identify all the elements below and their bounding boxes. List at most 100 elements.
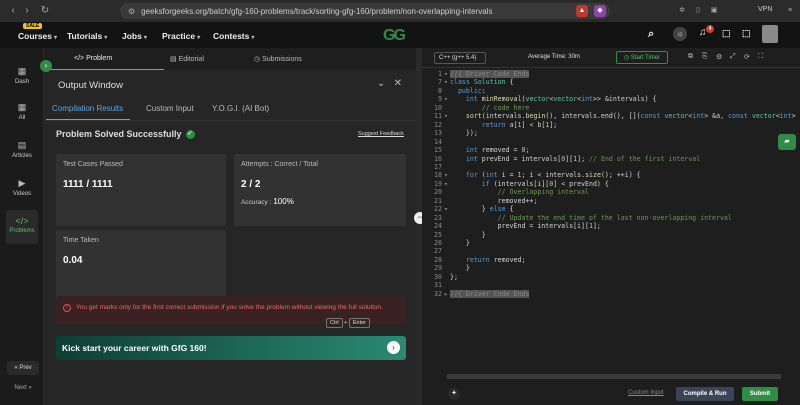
menu-tutorials[interactable]: Tutorials ▾ bbox=[67, 31, 107, 41]
language-select[interactable]: C++ (g++ 5.4) bbox=[434, 52, 486, 64]
start-timer-button[interactable]: ◷ Start Timer bbox=[616, 51, 668, 64]
tab-editorial[interactable]: ▤ Editorial bbox=[170, 55, 204, 63]
accuracy-label: Accuracy :100% bbox=[241, 197, 294, 206]
search-icon[interactable]: ⌕ bbox=[648, 28, 654, 41]
tune-icon: ⚙ bbox=[128, 6, 136, 16]
code-line[interactable]: 26 } bbox=[422, 239, 792, 248]
code-line[interactable]: 32 ▸//{ Driver Code Ends bbox=[422, 289, 792, 299]
tab-yogi-ai-bot[interactable]: Y.O.G.I. (AI Bot) bbox=[212, 104, 269, 113]
code-line[interactable]: 31 bbox=[422, 281, 792, 290]
theme-toggle-icon[interactable]: ☼ bbox=[673, 27, 687, 41]
gfg-logo[interactable]: GG bbox=[383, 27, 406, 45]
info-icon[interactable]: ⬚ bbox=[742, 28, 751, 39]
fold-icon[interactable]: ▸ bbox=[444, 290, 448, 298]
code-line[interactable]: 8 public: bbox=[422, 87, 792, 96]
code-line[interactable]: 9 ▾ int minRemoval(vector<vector<int>> &i… bbox=[422, 95, 792, 104]
address-bar[interactable]: ⚙ geeksforgeeks.org/batch/gfg-160-proble… bbox=[120, 3, 610, 19]
settings-icon[interactable]: ⚙ bbox=[716, 53, 722, 61]
fold-icon[interactable]: ▾ bbox=[444, 205, 448, 213]
lightbulb-icon[interactable]: ✦ bbox=[448, 388, 460, 400]
puzzle-icon[interactable]: ✲ bbox=[676, 5, 688, 17]
code-line[interactable]: 23 // Update the end time of the last no… bbox=[422, 214, 792, 223]
reload-icon[interactable]: ↻ bbox=[38, 5, 52, 16]
tab-compilation-results[interactable]: Compilation Results bbox=[52, 104, 123, 113]
line-number: 9 bbox=[438, 95, 442, 104]
fullscreen-icon[interactable]: ⛶ bbox=[758, 53, 763, 61]
avatar[interactable] bbox=[762, 25, 778, 43]
code-line[interactable]: 18 ▾ for (int i = 1; i < intervals.size()… bbox=[422, 171, 792, 180]
submit-button[interactable]: Submit bbox=[742, 387, 778, 401]
fold-icon[interactable]: ▾ bbox=[444, 70, 448, 78]
close-icon[interactable]: ✕ bbox=[394, 78, 402, 89]
code-line[interactable]: 13 }); bbox=[422, 129, 792, 138]
compile-run-button[interactable]: Compile & Run bbox=[676, 387, 734, 401]
code-line[interactable]: 28 return removed; bbox=[422, 256, 792, 265]
code-line[interactable]: 12 return a[1] < b[1]; bbox=[422, 121, 792, 130]
fold-icon[interactable]: ▾ bbox=[444, 112, 448, 120]
copy-icon[interactable]: ⧉ bbox=[688, 53, 693, 61]
tab-custom-input[interactable]: Custom Input bbox=[146, 104, 194, 113]
horizontal-scrollbar[interactable] bbox=[447, 374, 781, 379]
custom-input-link[interactable]: Custom Input bbox=[628, 390, 664, 396]
code-line[interactable]: 7 ▾ class Solution { bbox=[422, 78, 792, 87]
forward-icon[interactable]: › bbox=[20, 5, 34, 16]
code-line[interactable]: 27 bbox=[422, 247, 792, 256]
collapse-icon[interactable]: ⌄ bbox=[377, 78, 385, 89]
fold-icon[interactable]: ▾ bbox=[444, 95, 448, 103]
code-line[interactable]: 14 bbox=[422, 138, 792, 147]
code-line[interactable]: 20 // Overlapping interval bbox=[422, 188, 792, 197]
menu-practice[interactable]: Practice ▾ bbox=[162, 31, 200, 41]
code-line[interactable]: 1 ▾//{ Driver Code Ends bbox=[422, 70, 792, 79]
code-line[interactable]: 21 removed++; bbox=[422, 197, 792, 206]
code-area[interactable]: 1 ▾//{ Driver Code Ends 7 ▾ class Solution {… bbox=[422, 70, 796, 300]
rail-item-problems[interactable]: </> Problems bbox=[6, 210, 38, 244]
menu-jobs[interactable]: Jobs ▾ bbox=[122, 31, 147, 41]
reset-icon[interactable]: ⟳ bbox=[744, 53, 750, 61]
tab-submissions[interactable]: ◷ Submissions bbox=[254, 55, 302, 63]
code-line[interactable]: 15 int removed = 0; bbox=[422, 146, 792, 155]
rail-item-all[interactable]: ▦ All bbox=[6, 100, 38, 130]
code-line[interactable]: 22 ▾ } else { bbox=[422, 205, 792, 214]
translate-icon[interactable]: ⬚ bbox=[722, 28, 731, 39]
code-line[interactable]: 30}; bbox=[422, 273, 792, 282]
code-line[interactable]: 25 } bbox=[422, 231, 792, 240]
chat-icon[interactable]: ▰ bbox=[778, 134, 796, 150]
rail-item-dash[interactable]: ▦ Dash bbox=[6, 64, 38, 94]
fold-icon[interactable]: ▾ bbox=[444, 180, 448, 188]
expand-panel-icon[interactable]: › bbox=[40, 60, 52, 72]
code-text: // Update the end time of the last non-o… bbox=[497, 213, 732, 222]
menu-contests[interactable]: Contests ▾ bbox=[213, 31, 254, 41]
menu-icon[interactable]: ≡ bbox=[784, 5, 796, 17]
gfg160-banner[interactable]: Kick start your career with GfG 160! › bbox=[56, 336, 406, 360]
extension-icon[interactable]: ◆ bbox=[594, 5, 606, 17]
code-line[interactable]: 19 ▾ if (intervals[i][0] < prevEnd) { bbox=[422, 180, 792, 189]
code-line[interactable]: 29 } bbox=[422, 264, 792, 273]
rail-item-videos[interactable]: ▶ Videos bbox=[6, 176, 38, 206]
code-line[interactable]: 11 ▾ sort(intervals.begin(), intervals.en… bbox=[422, 112, 796, 121]
paste-icon[interactable]: ⎘ bbox=[702, 53, 708, 61]
back-icon[interactable]: ‹ bbox=[6, 5, 20, 16]
suggest-feedback-link[interactable]: Suggest Feedback bbox=[358, 131, 404, 137]
code-line[interactable]: 16 int prevEnd = intervals[0][1]; // End… bbox=[422, 155, 792, 164]
prev-button[interactable]: « Prev bbox=[7, 361, 39, 375]
line-number: 11 bbox=[434, 112, 442, 121]
tab-problem[interactable]: </> Problem bbox=[74, 55, 112, 62]
wallet-icon[interactable]: ▣ bbox=[708, 5, 720, 17]
rail-item-articles[interactable]: ▤ Articles bbox=[6, 138, 38, 168]
fold-icon[interactable]: ▾ bbox=[444, 78, 448, 86]
code-line[interactable]: 10 // code here bbox=[422, 104, 792, 113]
code-line[interactable]: 17 bbox=[422, 163, 792, 172]
average-time: Average Time: 30m bbox=[528, 54, 580, 60]
code-line[interactable]: 24 prevEnd = intervals[i][1]; bbox=[422, 222, 792, 231]
menu-courses[interactable]: Courses ▾ bbox=[18, 31, 57, 41]
code-text: }; bbox=[450, 272, 458, 281]
expand-icon[interactable]: ⤢ bbox=[730, 53, 736, 61]
vpn-label[interactable]: VPN bbox=[758, 6, 772, 13]
next-button[interactable]: Next » bbox=[7, 381, 39, 395]
brave-shield-icon[interactable]: ▲ bbox=[576, 5, 588, 17]
line-number: 8 bbox=[438, 86, 442, 95]
sidebar-icon[interactable]: ▯ bbox=[692, 5, 704, 17]
fold-icon[interactable]: ▾ bbox=[444, 171, 448, 179]
arrow-right-icon[interactable]: › bbox=[387, 341, 400, 354]
line-number: 20 bbox=[434, 188, 442, 197]
